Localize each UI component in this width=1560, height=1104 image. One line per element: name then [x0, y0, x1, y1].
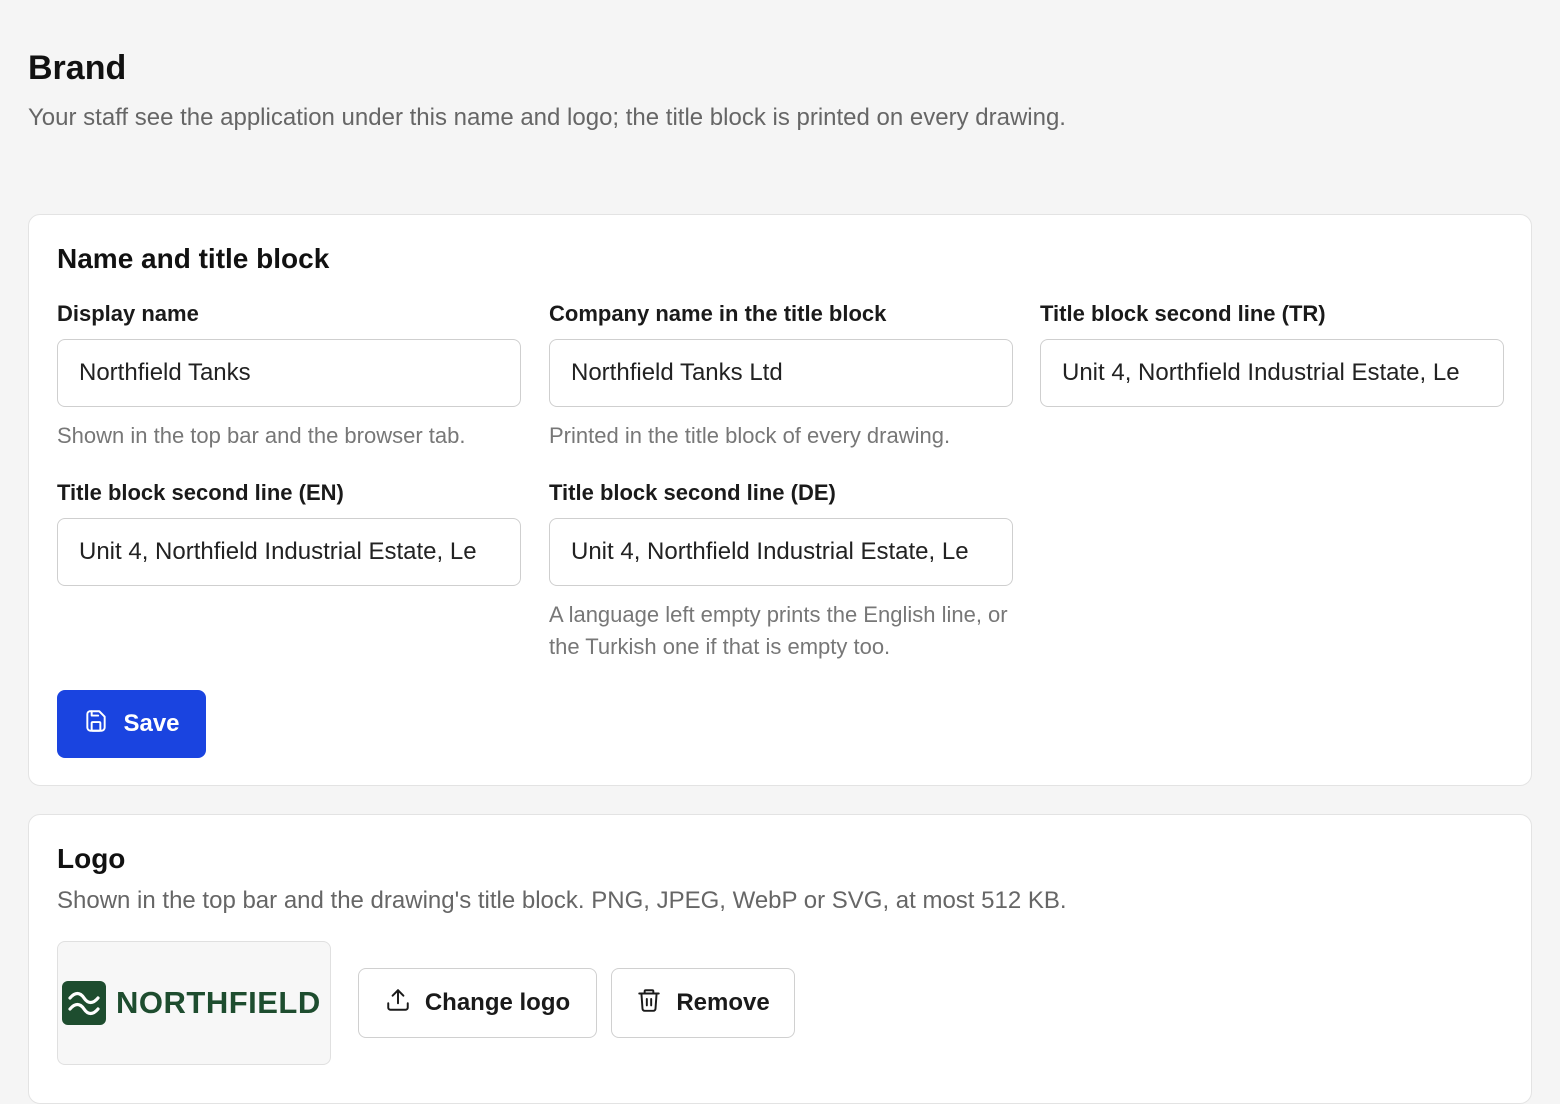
logo-preview: NORTHFIELD: [57, 941, 331, 1065]
company-name-field: Company name in the title block Northfie…: [549, 300, 1013, 452]
company-name-label: Company name in the title block: [549, 301, 887, 326]
logo-card-title: Logo: [57, 843, 126, 874]
remove-logo-button[interactable]: Remove: [611, 968, 795, 1038]
remove-label: Remove: [676, 989, 770, 1016]
display-name-label: Display name: [57, 301, 199, 326]
name-and-title-block-card: Name and title block Display name Northf…: [28, 214, 1532, 786]
second-line-en-value: Unit 4, Northfield Industrial Estate, Le: [79, 538, 477, 565]
display-name-value: Northfield Tanks: [79, 359, 251, 386]
page-description: Your staff see the application under thi…: [28, 104, 1066, 131]
second-line-en-input[interactable]: Unit 4, Northfield Industrial Estate, Le: [57, 518, 521, 586]
logo-wordmark: NORTHFIELD: [116, 985, 321, 1020]
second-line-en-label: Title block second line (EN): [57, 480, 344, 505]
change-logo-label: Change logo: [424, 989, 571, 1016]
second-line-de-value: Unit 4, Northfield Industrial Estate, Le: [571, 538, 969, 565]
upload-icon: [385, 987, 411, 1020]
logo-description: Shown in the top bar and the drawing's t…: [57, 887, 1067, 914]
second-line-tr-value: Unit 4, Northfield Industrial Estate, Le: [1062, 359, 1460, 386]
second-line-de-help: A language left empty prints the English…: [549, 602, 1008, 659]
second-line-de-label: Title block second line (DE): [549, 480, 836, 505]
company-name-help: Printed in the title block of every draw…: [549, 423, 951, 448]
second-line-tr-input[interactable]: Unit 4, Northfield Industrial Estate, Le: [1040, 339, 1504, 407]
save-button[interactable]: Save: [57, 690, 206, 758]
second-line-en-field: Title block second line (EN) Unit 4, Nor…: [57, 479, 521, 586]
display-name-field: Display name Northfield Tanks Shown in t…: [57, 300, 521, 452]
page-title: Brand: [28, 49, 127, 87]
save-icon: [83, 708, 109, 741]
second-line-tr-label: Title block second line (TR): [1040, 301, 1326, 326]
second-line-de-input[interactable]: Unit 4, Northfield Industrial Estate, Le: [549, 518, 1013, 586]
company-name-input[interactable]: Northfield Tanks Ltd: [549, 339, 1013, 407]
save-label: Save: [123, 710, 180, 737]
display-name-input[interactable]: Northfield Tanks: [57, 339, 521, 407]
display-name-help: Shown in the top bar and the browser tab…: [57, 423, 466, 448]
page-header: Brand Your staff see the application und…: [28, 44, 1532, 136]
second-line-de-field: Title block second line (DE) Unit 4, Nor…: [549, 479, 1013, 663]
logo-card: Logo Shown in the top bar and the drawin…: [28, 814, 1532, 1104]
waves-icon: [62, 981, 106, 1025]
company-name-value: Northfield Tanks Ltd: [571, 359, 783, 386]
second-line-tr-field: Title block second line (TR) Unit 4, Nor…: [1040, 300, 1504, 407]
change-logo-button[interactable]: Change logo: [358, 968, 597, 1038]
card-title: Name and title block: [57, 243, 330, 274]
trash-icon: [636, 987, 662, 1020]
